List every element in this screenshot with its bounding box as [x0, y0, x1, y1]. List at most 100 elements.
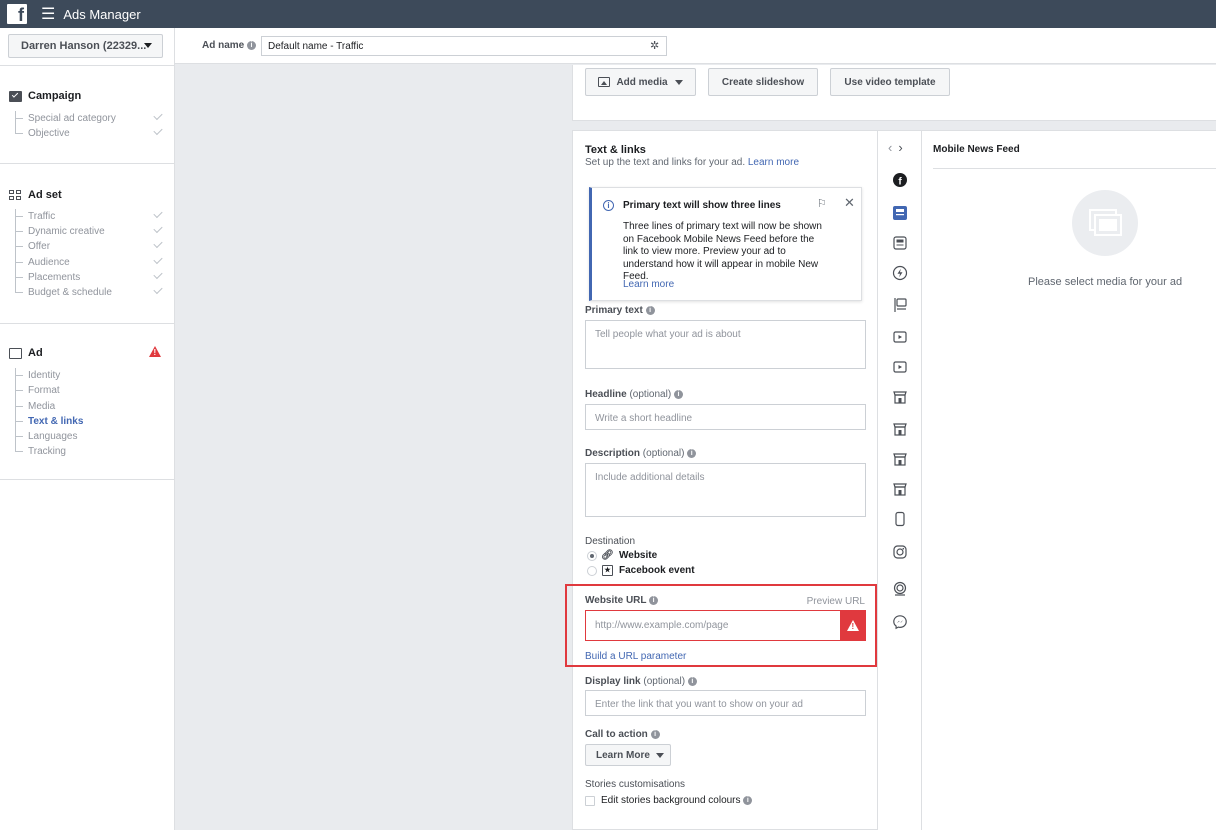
display-link-label: Display link (optional) i	[585, 676, 697, 687]
chevron-right-icon[interactable]: ›	[898, 140, 908, 155]
text-links-panel: Text & links Set up the text and links f…	[572, 130, 877, 830]
facebook-logo-icon[interactable]: f	[7, 4, 27, 24]
display-link-input[interactable]: Enter the link that you want to show on …	[585, 690, 866, 716]
button-label: Use video template	[844, 76, 936, 88]
nav-item-tracking[interactable]: Tracking	[15, 444, 165, 459]
nav-item-placements[interactable]: Placements	[15, 269, 165, 285]
marketplace-icon[interactable]	[892, 389, 908, 405]
nav-section-title: Campaign	[28, 90, 82, 102]
headline-label: Headline (optional) i	[585, 389, 683, 400]
info-icon[interactable]: i	[687, 676, 697, 686]
info-icon[interactable]: i	[673, 389, 683, 399]
nav-item-objective[interactable]: Objective	[15, 125, 165, 141]
primary-text-input[interactable]: Tell people what your ad is about	[585, 320, 866, 369]
left-navigation: Darren Hanson (22329... Campaign Special…	[0, 28, 175, 830]
nav-item-text-links[interactable]: Text & links	[15, 414, 165, 429]
button-label: Add media	[616, 76, 668, 88]
preview-empty-message: Please select media for your ad	[1028, 276, 1183, 288]
nav-item-audience[interactable]: Audience	[15, 254, 165, 270]
description-input[interactable]: Include additional details	[585, 463, 866, 517]
nav-item-identity[interactable]: Identity	[15, 368, 165, 383]
nav-item-budget-schedule[interactable]: Budget & schedule	[15, 284, 165, 300]
warning-icon	[149, 346, 161, 357]
chevron-down-icon	[674, 79, 683, 85]
info-icon[interactable]: i	[645, 305, 655, 315]
account-selector[interactable]: Darren Hanson (22329...	[8, 34, 163, 58]
create-slideshow-button[interactable]: Create slideshow	[708, 68, 818, 96]
preview-placement-title: Mobile News Feed	[933, 144, 1020, 155]
divider	[0, 163, 175, 164]
use-video-template-button[interactable]: Use video template	[830, 68, 950, 96]
top-bar: f ☰ Ads Manager	[0, 0, 1216, 28]
destination-facebook-event-option[interactable]: ★ Facebook event	[587, 565, 695, 576]
calendar-icon: ★	[602, 565, 613, 576]
check-icon	[153, 284, 163, 295]
stories-checkbox-row[interactable]: Edit stories background colours i	[585, 795, 753, 806]
info-icon[interactable]: i	[743, 796, 753, 805]
nav-item-special-ad-category[interactable]: Special ad category	[15, 110, 165, 126]
in-stream-video-icon[interactable]	[892, 329, 908, 345]
divider	[0, 65, 175, 66]
audience-network-icon[interactable]	[892, 581, 908, 597]
right-column-icon[interactable]	[892, 297, 908, 313]
info-icon[interactable]: i	[650, 729, 660, 739]
nav-item-traffic[interactable]: Traffic	[15, 208, 165, 224]
cta-label: Call to action i	[585, 729, 660, 740]
headline-input[interactable]: Write a short headline	[585, 404, 866, 430]
notice-body: Three lines of primary text will now be …	[623, 221, 822, 282]
info-icon[interactable]: i	[687, 448, 697, 458]
video-feeds-icon[interactable]	[892, 359, 908, 375]
nav-section-ad[interactable]: Ad	[9, 347, 43, 359]
nav-section-title: Ad	[28, 347, 43, 359]
instant-articles-icon[interactable]	[892, 265, 908, 281]
section-subtitle: Set up the text and links for your ad. L…	[585, 157, 800, 168]
menu-icon[interactable]: ☰	[41, 4, 55, 24]
website-url-highlight	[565, 584, 877, 667]
notice-learn-more-link[interactable]: Learn more	[623, 279, 674, 290]
facebook-icon[interactable]: f	[892, 172, 908, 188]
nav-section-adset[interactable]: Ad set	[9, 189, 62, 201]
checkbox[interactable]	[585, 795, 595, 806]
add-media-button[interactable]: Add media	[585, 68, 696, 96]
destination-label: Destination	[585, 536, 636, 547]
check-icon	[153, 223, 163, 234]
nav-item-media[interactable]: Media	[15, 399, 165, 414]
marketplace-icon-4[interactable]	[892, 481, 908, 497]
info-icon[interactable]: i	[247, 40, 257, 50]
ad-name-input[interactable]	[261, 36, 667, 56]
stories-icon[interactable]	[892, 511, 908, 527]
gear-icon[interactable]: ✲	[650, 39, 659, 52]
destination-website-option[interactable]: 🔗︎ Website	[587, 550, 657, 561]
marketplace-icon-2[interactable]	[892, 421, 908, 437]
link-icon: 🔗︎	[601, 550, 614, 561]
nav-item-languages[interactable]: Languages	[15, 429, 165, 444]
account-name: Darren Hanson (22329...	[21, 40, 147, 52]
learn-more-link[interactable]: Learn more	[748, 157, 799, 168]
chevron-left-icon[interactable]: ‹	[888, 140, 898, 155]
nav-item-offer[interactable]: Offer	[15, 238, 165, 254]
media-section: Add media Create slideshow Use video tem…	[572, 65, 1216, 121]
chevron-down-icon	[655, 752, 664, 758]
app-title: Ads Manager	[63, 6, 141, 22]
marketplace-icon-3[interactable]	[892, 451, 908, 467]
notice-title: Primary text will show three lines	[623, 200, 781, 211]
instagram-icon[interactable]	[892, 544, 908, 560]
adset-icon	[9, 189, 22, 201]
messenger-icon[interactable]	[892, 614, 908, 630]
check-icon	[153, 125, 163, 136]
mobile-news-feed-icon[interactable]	[892, 205, 908, 221]
feedback-icon[interactable]: ⚐	[817, 197, 827, 210]
nav-section-campaign[interactable]: Campaign	[9, 90, 81, 102]
radio-unselected[interactable]	[587, 565, 597, 576]
check-icon	[153, 208, 163, 219]
placement-icon-strip: ‹› f	[877, 130, 922, 830]
divider	[933, 168, 1216, 169]
cta-dropdown[interactable]: Learn More	[585, 744, 671, 766]
radio-selected[interactable]	[587, 550, 597, 561]
section-title: Text & links	[585, 144, 646, 156]
desktop-feed-icon[interactable]	[892, 235, 908, 251]
nav-item-format[interactable]: Format	[15, 383, 165, 398]
divider	[0, 323, 175, 324]
nav-item-dynamic-creative[interactable]: Dynamic creative	[15, 223, 165, 239]
close-icon[interactable]: ✕	[844, 195, 855, 211]
